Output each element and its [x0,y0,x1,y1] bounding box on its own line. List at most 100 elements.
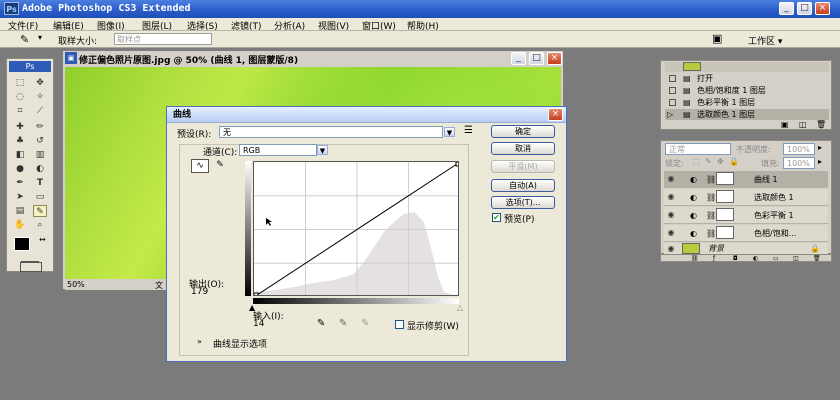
history-snapshot-row[interactable] [665,62,829,72]
tool-preset-arrow-icon[interactable]: ▾ [38,33,42,42]
visibility-eye-icon[interactable]: ◉ [666,244,676,254]
visibility-eye-icon[interactable]: ◉ [666,210,676,220]
dodge-tool-icon[interactable]: ◐ [33,163,47,175]
type-tool-icon[interactable]: T [33,177,47,189]
add-mask-icon[interactable]: ◘ [733,255,738,262]
layer-mask-thumbnail[interactable] [716,172,734,185]
input-value[interactable]: 14 [253,319,264,329]
layer-row[interactable]: ◉ ◐ ⛓ 色彩平衡 1 [664,207,828,224]
blend-mode-select[interactable]: 正常 [665,143,731,155]
history-source-box[interactable] [669,75,676,82]
crop-tool-icon[interactable]: ⌗ [13,105,27,117]
mask-link-icon[interactable]: ⛓ [706,189,716,206]
opacity-field[interactable]: 100% [783,143,815,155]
lock-all-icon[interactable]: 🔒 [729,157,739,166]
layer-mask-thumbnail[interactable] [716,190,734,203]
screen-mode-button[interactable] [20,262,42,272]
curve-graph[interactable] [253,161,459,296]
expand-options-icon[interactable]: » [197,337,202,346]
lock-transparent-icon[interactable]: ⬚ [693,157,701,166]
mask-link-icon[interactable]: ⛓ [706,171,716,188]
path-selection-tool-icon[interactable]: ➤ [13,191,27,203]
ok-button[interactable]: 确定 [491,125,555,138]
move-tool-icon[interactable]: ✥ [33,77,47,89]
delete-state-icon[interactable]: 🗑 [816,120,826,129]
preview-checkbox[interactable]: ✔ [492,213,501,222]
visibility-eye-icon[interactable]: ◉ [666,192,676,202]
new-layer-icon[interactable]: ◫ [793,255,799,262]
eyedropper-tool-icon[interactable]: ✎ [20,33,29,46]
mask-link-icon[interactable]: ⛓ [706,225,716,242]
new-document-from-state-icon[interactable]: ▣ [781,120,789,129]
lock-image-icon[interactable]: ✎ [705,157,712,166]
options-button[interactable]: 选项(T)... [491,196,555,209]
blur-tool-icon[interactable]: ● [13,163,27,175]
hand-tool-icon[interactable]: ✋ [13,219,27,231]
healing-brush-tool-icon[interactable]: ✚ [13,121,27,133]
shape-tool-icon[interactable]: ▭ [33,191,47,203]
preset-dropdown-icon[interactable]: ▼ [444,127,455,137]
history-source-box[interactable] [669,87,676,94]
channel-dropdown-icon[interactable]: ▼ [317,145,328,155]
delete-layer-icon[interactable]: 🗑 [813,255,821,262]
minimize-button[interactable]: _ [779,2,794,15]
background-layer-thumbnail[interactable] [682,243,700,254]
curve-display-options-label[interactable]: 曲线显示选项 [213,337,267,350]
history-item[interactable]: ▤ 色彩平衡 1 图层 [665,97,829,108]
gradient-tool-icon[interactable]: ▥ [33,149,47,161]
maximize-button[interactable]: □ [797,2,812,15]
zoom-tool-icon[interactable]: ⌕ [33,219,47,231]
fill-slider-arrow-icon[interactable]: ▸ [818,157,822,166]
lock-position-icon[interactable]: ✥ [717,157,724,166]
pen-tool-icon[interactable]: ✒ [13,177,27,189]
history-brush-tool-icon[interactable]: ↺ [33,135,47,147]
visibility-eye-icon[interactable]: ◉ [666,174,676,184]
eyedropper-tool-icon[interactable]: ✎ [33,205,47,217]
foreground-color-swatch[interactable] [14,237,30,251]
doc-maximize-button[interactable]: □ [529,52,544,65]
zoom-level[interactable]: 50% [67,280,85,289]
history-item[interactable]: ▤ 打开 [665,73,829,84]
auto-button[interactable]: 自动(A) [491,179,555,192]
workspace-button[interactable]: 工作区 ▾ [748,34,782,47]
white-eyedropper-icon[interactable]: ✎ [361,318,369,329]
history-item[interactable]: ▤ 色相/饱和度 1 图层 [665,85,829,96]
visibility-eye-icon[interactable]: ◉ [666,228,676,238]
gray-eyedropper-icon[interactable]: ✎ [339,318,347,329]
magic-wand-tool-icon[interactable]: ✧ [33,91,47,103]
new-snapshot-icon[interactable]: ◫ [799,120,807,129]
layer-row[interactable]: ◉ ◐ ⛓ 选取颜色 1 [664,189,828,206]
sample-size-select[interactable]: 取样点 [114,33,212,45]
swap-colors-icon[interactable]: ↔ [39,235,46,244]
history-source-box[interactable] [669,99,676,106]
link-layers-icon[interactable]: ⛓ [691,255,699,262]
curve-pencil-tool-icon[interactable]: ✎ [213,159,227,173]
layer-mask-thumbnail[interactable] [716,226,734,239]
show-clipping-checkbox[interactable] [395,320,404,329]
lasso-tool-icon[interactable]: ◌ [13,91,27,103]
brush-tool-icon[interactable]: ✏ [33,121,47,133]
layer-row-selected[interactable]: ◉ ◐ ⛓ 曲线 1 [664,171,828,188]
doc-minimize-button[interactable]: _ [511,52,526,65]
slice-tool-icon[interactable]: ⟋ [33,105,47,117]
new-group-icon[interactable]: ▭ [773,255,779,262]
marquee-tool-icon[interactable]: ⬚ [13,77,27,89]
fill-field[interactable]: 100% [783,157,815,169]
doc-close-button[interactable]: × [547,52,562,65]
output-value[interactable]: 179 [191,287,208,297]
bridge-icon[interactable]: ▣ [712,32,722,45]
layer-style-icon[interactable]: ƒ [713,255,715,262]
curve-endpoint-bottom[interactable] [254,292,259,296]
mask-link-icon[interactable]: ⛓ [706,207,716,224]
notes-tool-icon[interactable]: ▤ [13,205,27,217]
black-eyedropper-icon[interactable]: ✎ [317,318,325,329]
new-adjustment-layer-icon[interactable]: ◐ [753,255,758,262]
close-button[interactable]: × [815,2,830,15]
cancel-button[interactable]: 取消 [491,142,555,155]
white-point-slider-icon[interactable]: △ [457,303,463,312]
curve-point-tool-icon[interactable]: ∿ [191,159,209,173]
smooth-button[interactable]: 平滑(M) [491,160,555,173]
opacity-slider-arrow-icon[interactable]: ▸ [818,143,822,152]
layer-row[interactable]: ◉ ◐ ⛓ 色相/饱和... [664,225,828,242]
preset-select[interactable]: 无 [219,126,443,138]
